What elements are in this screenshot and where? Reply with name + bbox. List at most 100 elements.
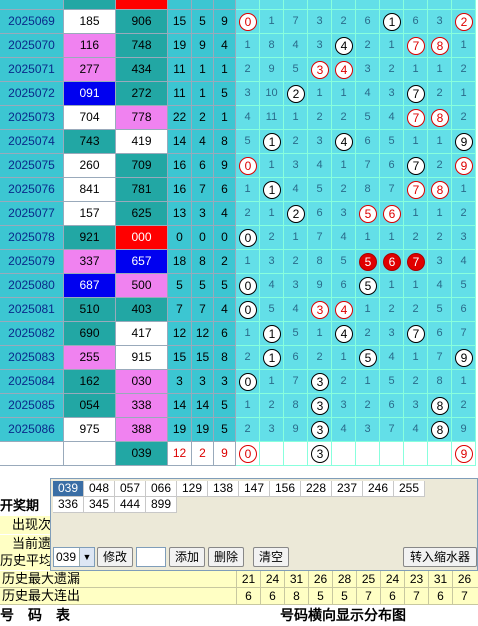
number-cell: 781 — [116, 178, 168, 202]
combination-item[interactable]: 138 — [208, 481, 239, 497]
number-ball: 9 — [455, 445, 473, 463]
combination-item[interactable]: 237 — [332, 481, 363, 497]
sum-cell: 8 — [214, 130, 236, 154]
number-ball: 7 — [407, 253, 425, 271]
dist-cell: 3 — [308, 130, 332, 154]
sum-cell: 6 — [192, 154, 214, 178]
distribution-title: 号码横向显示分布图 — [280, 607, 406, 623]
max-run-value: 6 — [428, 588, 452, 604]
number-ball: 8 — [431, 421, 449, 439]
combination-item[interactable]: 057 — [115, 481, 146, 497]
combination-item[interactable]: 147 — [239, 481, 270, 497]
period-cell: 2025074 — [0, 130, 64, 154]
number-ball: 1 — [263, 133, 281, 151]
sum-cell: 2 — [192, 442, 214, 466]
number-ball: 3 — [311, 301, 329, 319]
period-cell: 2025070 — [0, 34, 64, 58]
number-cell: 906 — [116, 10, 168, 34]
number-ball: 9 — [455, 157, 473, 175]
dist-cell: 2 — [428, 226, 452, 250]
number-cell: 657 — [116, 250, 168, 274]
combination-item[interactable]: 039 — [53, 481, 84, 497]
combination-item[interactable]: 156 — [270, 481, 301, 497]
combination-item[interactable]: 246 — [363, 481, 394, 497]
table-row — [0, 0, 478, 10]
combination-item[interactable]: 345 — [84, 497, 115, 513]
sum-cell: 3 — [192, 370, 214, 394]
dangqian-label: 当前遗 — [0, 535, 52, 553]
dist-cell: 11 — [260, 106, 284, 130]
number-ball: 0 — [239, 157, 257, 175]
sum-cell: 15 — [168, 10, 192, 34]
dist-cell: 7 — [356, 154, 380, 178]
dist-cell — [308, 0, 332, 10]
number-combo[interactable]: 039 ▼ — [53, 547, 95, 567]
sum-cell: 6 — [214, 178, 236, 202]
number-ball: 6 — [383, 253, 401, 271]
chevron-down-icon[interactable]: ▼ — [79, 548, 94, 566]
dist-cell: 6 — [356, 130, 380, 154]
number-cell: 687 — [64, 274, 116, 298]
dist-cell: 3 — [380, 82, 404, 106]
sum-cell: 6 — [214, 322, 236, 346]
table-row: 2025076 841 781 16 7 6 1 1 4 5 2 8 7 7 8 1 — [0, 178, 478, 202]
sum-cell: 13 — [168, 202, 192, 226]
combination-item[interactable]: 444 — [115, 497, 146, 513]
kaijiang-label: 开奖期 — [0, 498, 40, 513]
value-input[interactable] — [136, 547, 166, 567]
combination-panel: 039 048 057 066 129 138 147 156 228 237 246 255 336 3… — [50, 478, 478, 571]
dist-cell: 6 — [284, 346, 308, 370]
dist-cell: 0 — [236, 226, 260, 250]
dist-cell: 3 — [284, 274, 308, 298]
dist-cell: 1 — [428, 130, 452, 154]
sum-cell: 8 — [192, 250, 214, 274]
dist-cell: 7 — [404, 34, 428, 58]
sum-cell: 3 — [214, 370, 236, 394]
sum-cell: 9 — [214, 442, 236, 466]
dist-cell: 4 — [332, 298, 356, 322]
dist-cell: 10 — [260, 82, 284, 106]
dist-cell: 1 — [236, 178, 260, 202]
combination-item[interactable]: 336 — [53, 497, 84, 513]
dist-cell: 5 — [308, 178, 332, 202]
import-to-reducer-button[interactable]: 转入缩水器 — [403, 547, 477, 567]
number-ball: 7 — [407, 325, 425, 343]
number-ball: 1 — [383, 13, 401, 31]
dist-cell: 1 — [260, 10, 284, 34]
number-cell: 510 — [64, 298, 116, 322]
combination-item[interactable]: 048 — [84, 481, 115, 497]
dist-cell: 3 — [260, 418, 284, 442]
period-cell: 2025077 — [0, 202, 64, 226]
dist-cell — [236, 0, 260, 10]
clear-button[interactable]: 清空 — [253, 547, 289, 567]
combination-item[interactable]: 255 — [394, 481, 425, 497]
max-run-value: 8 — [284, 588, 308, 604]
number-cell: 337 — [64, 250, 116, 274]
dist-cell: 0 — [236, 370, 260, 394]
dist-cell — [260, 0, 284, 10]
dist-cell: 1 — [308, 322, 332, 346]
footer-bar: 号 码 表 号码横向显示分布图 — [0, 605, 478, 626]
combination-item[interactable]: 066 — [146, 481, 177, 497]
dist-cell: 9 — [452, 154, 476, 178]
add-button[interactable]: 添加 — [169, 547, 205, 567]
combination-item[interactable]: 129 — [177, 481, 208, 497]
sum-cell: 2 — [214, 250, 236, 274]
combination-item[interactable]: 899 — [146, 497, 177, 513]
modify-button[interactable]: 修改 — [97, 547, 133, 567]
combination-item[interactable]: 228 — [301, 481, 332, 497]
number-cell: 915 — [116, 346, 168, 370]
max-run-value: 6 — [260, 588, 284, 604]
number-ball: 4 — [335, 61, 353, 79]
delete-button[interactable]: 删除 — [208, 547, 244, 567]
period-cell: 2025080 — [0, 274, 64, 298]
dist-cell: 3 — [308, 298, 332, 322]
dist-cell: 2 — [452, 10, 476, 34]
dist-cell: 2 — [452, 58, 476, 82]
dist-cell: 3 — [284, 154, 308, 178]
number-cell: 277 — [64, 58, 116, 82]
dist-cell: 7 — [404, 178, 428, 202]
dist-cell: 6 — [308, 202, 332, 226]
number-cell: 030 — [116, 370, 168, 394]
dist-cell — [380, 442, 404, 466]
